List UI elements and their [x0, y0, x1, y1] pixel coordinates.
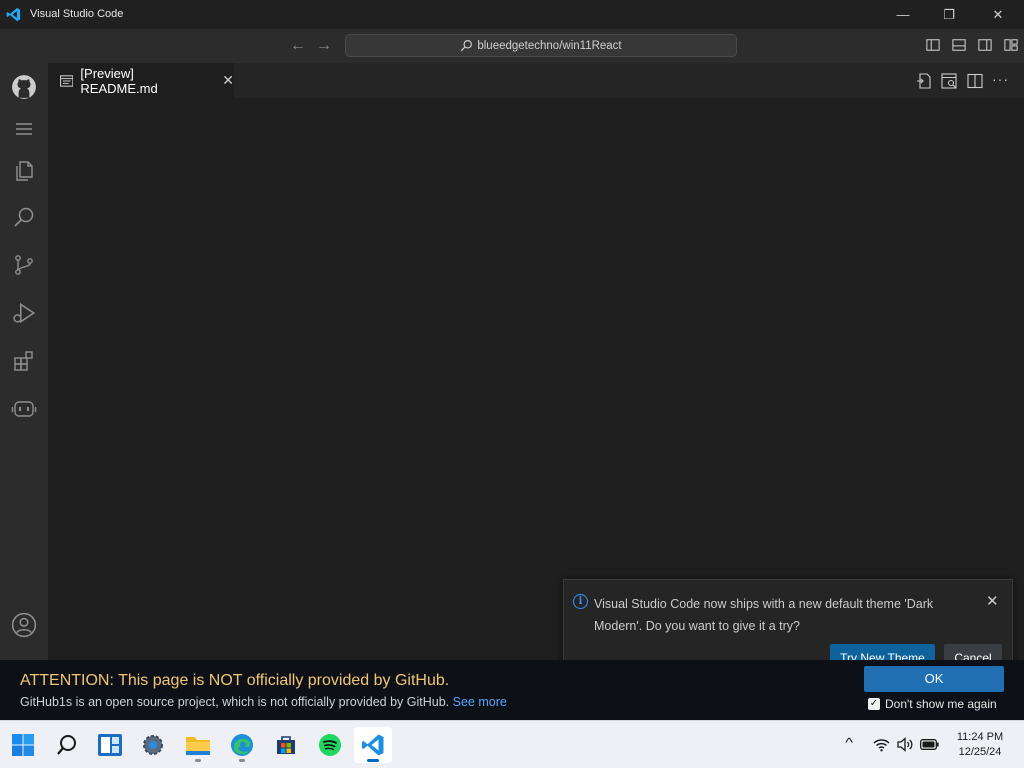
file-explorer-icon [186, 737, 210, 755]
github-icon [12, 75, 36, 99]
minimize-button[interactable]: — [880, 0, 926, 29]
store-button[interactable] [267, 727, 305, 763]
battery-icon[interactable] [920, 739, 939, 750]
accounts-button[interactable] [0, 603, 48, 647]
search-icon [14, 207, 34, 227]
vscode-icon [362, 734, 384, 756]
active-indicator [367, 759, 379, 762]
run-debug-button[interactable] [0, 291, 48, 335]
open-source-icon[interactable] [916, 73, 932, 89]
notification-message: Visual Studio Code now ships with a new … [594, 597, 934, 633]
command-center-text: blueedgetechno/win11React [477, 39, 622, 52]
preview-to-side-icon[interactable] [941, 73, 957, 89]
source-control-button[interactable] [0, 243, 48, 287]
banner-heading: ATTENTION: This page is NOT officially p… [20, 672, 450, 689]
explorer-button[interactable] [0, 149, 48, 193]
checkbox-label: Don't show me again [885, 697, 997, 711]
search-icon [57, 735, 76, 755]
system-clock[interactable]: 11:24 PM 12/25/24 [944, 730, 1016, 760]
github-button[interactable] [0, 65, 48, 109]
start-icon [12, 734, 34, 756]
theme-notification: i Visual Studio Code now ships with a ne… [563, 579, 1013, 669]
menu-icon [16, 123, 32, 135]
close-notification-icon[interactable]: ✕ [986, 592, 999, 610]
minimize-icon: — [896, 7, 910, 22]
split-editor-icon[interactable] [967, 73, 983, 89]
copilot-icon [11, 401, 37, 417]
explorer-icon [16, 161, 33, 181]
store-icon [277, 736, 295, 754]
run-debug-icon [13, 302, 36, 324]
widgets-button[interactable] [91, 727, 129, 763]
show-hidden-icons-button[interactable]: ^ [845, 735, 853, 750]
forward-button[interactable]: → [316, 37, 332, 55]
vscode-logo-icon [6, 7, 21, 22]
account-icon [11, 612, 37, 638]
edge-icon [231, 734, 253, 756]
restore-button[interactable]: ❐ [926, 0, 972, 29]
toggle-primary-sidebar-icon[interactable] [926, 38, 940, 52]
settings-icon [143, 735, 163, 755]
activity-bar [0, 63, 48, 720]
tab-label: [Preview] README.md [80, 65, 158, 96]
spotify-button[interactable] [311, 727, 349, 763]
extensions-button[interactable] [0, 339, 48, 383]
settings-button[interactable] [134, 727, 172, 763]
command-bar: ← → blueedgetechno/win11React [0, 29, 1024, 63]
customize-layout-icon[interactable] [1004, 38, 1018, 52]
spotify-icon [319, 734, 341, 756]
source-control-icon [15, 255, 33, 275]
clock-date: 12/25/24 [958, 746, 1002, 758]
dont-show-again-checkbox[interactable]: ✓ Don't show me again [868, 697, 997, 711]
toggle-panel-icon[interactable] [952, 38, 966, 52]
attention-banner: ATTENTION: This page is NOT officially p… [0, 660, 1024, 720]
more-actions-icon[interactable]: ··· [992, 71, 1009, 87]
info-icon: i [573, 594, 588, 609]
title-bar: Visual Studio Code — ❐ ✕ [0, 0, 1024, 29]
clock-time: 11:24 PM [956, 731, 1004, 743]
checkbox-check-icon[interactable]: ✓ [868, 698, 880, 710]
menu-button[interactable] [0, 107, 48, 151]
taskbar-search-button[interactable] [48, 727, 86, 763]
preview-icon [60, 74, 74, 87]
volume-icon[interactable] [897, 737, 914, 752]
running-indicator [195, 759, 201, 762]
banner-body-text: GitHub1s is an open source project, whic… [20, 695, 450, 709]
edge-button[interactable] [223, 727, 261, 763]
restore-icon: ❐ [943, 6, 955, 22]
ok-button[interactable]: OK [864, 666, 1004, 692]
taskbar: ^ 11:24 PM 12/25/24 [0, 720, 1024, 768]
search-icon [461, 40, 473, 52]
window-title: Visual Studio Code [30, 8, 124, 20]
command-center-search[interactable]: blueedgetechno/win11React [345, 34, 737, 57]
toggle-secondary-sidebar-icon[interactable] [978, 38, 992, 52]
editor-area[interactable] [48, 98, 1024, 660]
vscode-taskbar-button[interactable] [354, 727, 392, 763]
copilot-button[interactable] [0, 387, 48, 431]
widgets-icon [98, 734, 122, 756]
close-tab-icon[interactable]: ✕ [222, 72, 234, 89]
search-view-button[interactable] [0, 195, 48, 239]
editor-tabs: [Preview] README.md ✕ ··· [48, 63, 1024, 98]
start-button[interactable] [4, 727, 42, 763]
wifi-icon[interactable] [873, 738, 890, 752]
extensions-icon [14, 351, 33, 371]
close-window-button[interactable]: ✕ [975, 0, 1021, 29]
close-icon: ✕ [992, 6, 1004, 22]
file-explorer-button[interactable] [179, 727, 217, 763]
see-more-link[interactable]: See more [453, 695, 507, 709]
back-button[interactable]: ← [290, 37, 306, 55]
running-indicator [239, 759, 245, 762]
tab-readme-preview[interactable]: [Preview] README.md ✕ [48, 63, 234, 98]
banner-body: GitHub1s is an open source project, whic… [20, 695, 507, 709]
